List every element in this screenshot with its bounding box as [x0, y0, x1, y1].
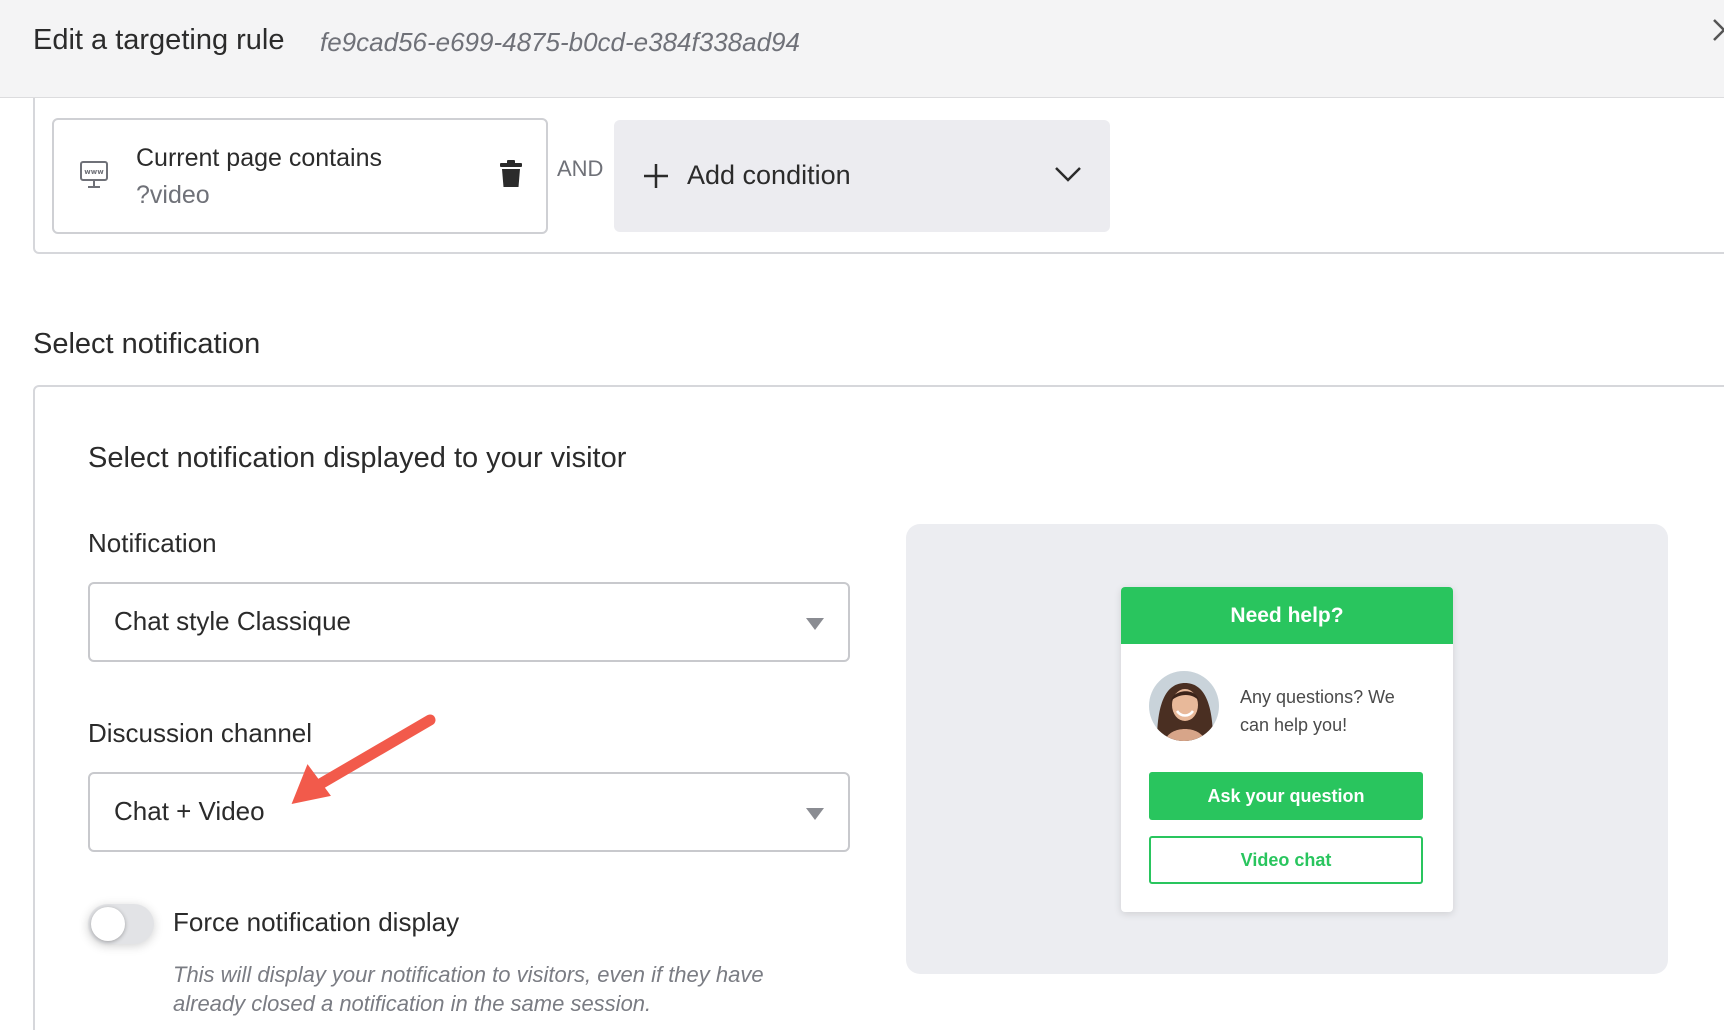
caret-down-icon	[806, 808, 824, 820]
notification-preview: Need help? Any questions? We can help yo…	[906, 524, 1668, 974]
toggle-knob	[91, 907, 125, 941]
caret-down-icon	[806, 618, 824, 630]
modal-header: Edit a targeting rule fe9cad56-e699-4875…	[0, 0, 1724, 98]
channel-select-value: Chat + Video	[114, 796, 265, 826]
notification-select[interactable]: Chat style Classique	[88, 582, 850, 662]
add-condition-label: Add condition	[687, 160, 851, 190]
channel-select[interactable]: Chat + Video	[88, 772, 850, 852]
plus-icon	[644, 164, 668, 188]
www-icon: www	[80, 161, 108, 188]
channel-label: Discussion channel	[88, 718, 313, 748]
close-icon[interactable]	[1708, 14, 1724, 44]
notification-label: Notification	[88, 528, 217, 558]
widget-message: Any questions? We can help you!	[1240, 687, 1395, 735]
condition-value: ?video	[136, 181, 210, 209]
svg-text:www: www	[84, 168, 104, 176]
section-title: Select notification	[33, 328, 261, 360]
rule-id: fe9cad56-e699-4875-b0cd-e384f338ad94	[320, 27, 800, 57]
trash-icon[interactable]	[500, 160, 522, 188]
video-chat-button: Video chat	[1149, 836, 1423, 884]
agent-avatar	[1149, 671, 1219, 741]
chevron-down-icon	[1055, 167, 1081, 182]
force-display-label: Force notification display	[173, 907, 460, 937]
widget-header: Need help?	[1121, 587, 1453, 644]
force-display-help: This will display your notification to v…	[173, 962, 764, 1016]
condition-title: Current page contains	[136, 144, 382, 172]
add-condition-button[interactable]: Add condition	[614, 120, 1110, 232]
condition-operator: AND	[557, 156, 604, 181]
modal-title: Edit a targeting rule	[33, 24, 285, 56]
annotation-arrow-icon	[291, 714, 436, 805]
notification-select-value: Chat style Classique	[114, 606, 351, 636]
force-display-toggle[interactable]	[88, 904, 154, 944]
condition-card[interactable]: www Current page contains ?video	[52, 118, 548, 234]
chat-widget-preview: Need help? Any questions? We can help yo…	[1121, 587, 1453, 912]
ask-question-button: Ask your question	[1149, 772, 1423, 820]
panel-title: Select notification displayed to your vi…	[88, 442, 627, 474]
